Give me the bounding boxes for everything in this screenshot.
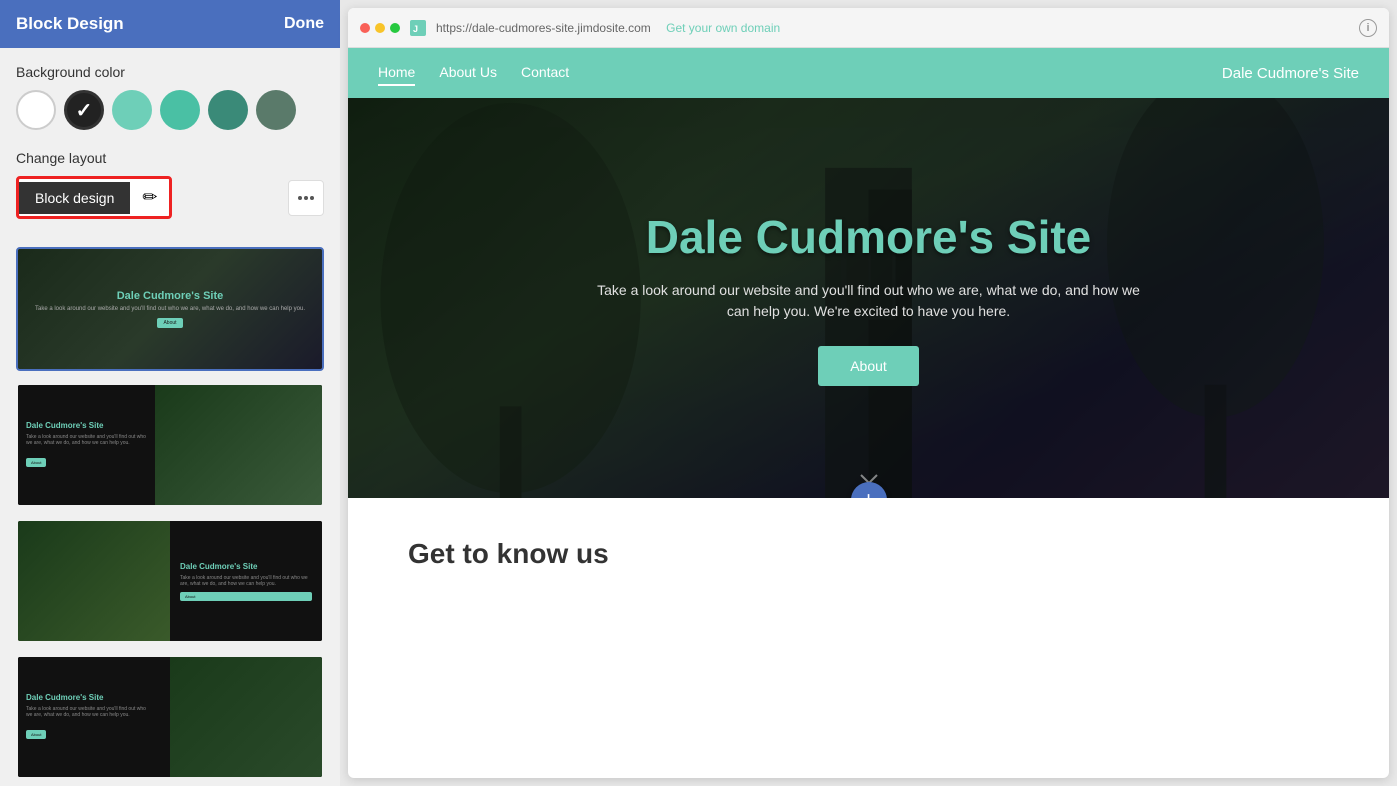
color-swatch-white[interactable] — [16, 90, 56, 130]
layout-option-4[interactable]: Dale Cudmore's Site Take a look around o… — [16, 655, 324, 779]
layout1-preview-subtitle: Take a look around our website and you'l… — [35, 306, 305, 312]
get-own-domain-link[interactable]: Get your own domain — [666, 21, 780, 35]
layout3-preview-btn: About — [180, 592, 312, 601]
browser-dot-yellow — [375, 23, 385, 33]
bg-color-label: Background color — [16, 64, 324, 80]
browser-window: J https://dale-cudmores-site.jimdosite.c… — [348, 8, 1389, 778]
right-panel: J https://dale-cudmores-site.jimdosite.c… — [340, 0, 1397, 786]
svg-text:J: J — [413, 24, 418, 34]
browser-favicon: J — [410, 20, 426, 36]
more-options-button[interactable] — [288, 180, 324, 216]
color-swatches: ✓ — [16, 90, 324, 130]
browser-bar: J https://dale-cudmores-site.jimdosite.c… — [348, 8, 1389, 48]
nav-links: Home About Us Contact — [378, 60, 569, 86]
color-swatch-teal-medium[interactable] — [160, 90, 200, 130]
layout-thumb-3: Dale Cudmore's Site Take a look around o… — [18, 521, 322, 641]
layout3-preview-subtitle: Take a look around our website and you'l… — [180, 575, 312, 587]
layout4-preview-btn: About — [26, 730, 46, 739]
below-hero-section: Get to know us — [348, 498, 1389, 610]
block-design-button[interactable]: Block design — [19, 182, 130, 214]
layout3-preview-title: Dale Cudmore's Site — [180, 562, 312, 571]
panel-title: Block Design — [16, 14, 124, 34]
layout1-preview-btn: About — [157, 318, 182, 328]
site-content: Home About Us Contact Dale Cudmore's Sit… — [348, 48, 1389, 778]
panel-body: Background color ✓ Change layout Block d… — [0, 48, 340, 786]
layout4-preview-subtitle: Take a look around our website and you'l… — [26, 706, 154, 718]
layout1-preview-title: Dale Cudmore's Site — [117, 290, 224, 302]
color-swatch-teal-dark[interactable] — [208, 90, 248, 130]
nav-home[interactable]: Home — [378, 60, 415, 86]
hero-about-button[interactable]: About — [818, 346, 919, 386]
url-prefix: https:// — [436, 21, 472, 35]
dot1 — [298, 196, 302, 200]
nav-about-us[interactable]: About Us — [439, 60, 497, 86]
color-swatch-dark[interactable]: ✓ — [64, 90, 104, 130]
browser-dot-green — [390, 23, 400, 33]
left-panel: Block Design Done Background color ✓ Cha… — [0, 0, 340, 786]
layout-thumb-1: Dale Cudmore's Site Take a look around o… — [18, 249, 322, 369]
browser-dots — [360, 23, 400, 33]
block-design-toolbar: Block design ✏ — [16, 176, 172, 219]
browser-dot-red — [360, 23, 370, 33]
layout2-preview-title: Dale Cudmore's Site — [26, 421, 148, 430]
layout-thumb-4: Dale Cudmore's Site Take a look around o… — [18, 657, 322, 777]
layout4-preview-title: Dale Cudmore's Site — [26, 693, 154, 702]
hero-content: Dale Cudmore's Site Take a look around o… — [348, 98, 1389, 498]
dot3 — [310, 196, 314, 200]
dot2 — [304, 196, 308, 200]
get-to-know-title: Get to know us — [408, 538, 1329, 570]
nav-site-title: Dale Cudmore's Site — [1222, 65, 1359, 82]
layout2-preview-subtitle: Take a look around our website and you'l… — [26, 434, 148, 446]
color-swatch-gray[interactable] — [256, 90, 296, 130]
jimdo-logo-icon: J — [411, 21, 425, 35]
nav-contact[interactable]: Contact — [521, 60, 569, 86]
panel-header: Block Design Done — [0, 0, 340, 48]
selected-checkmark: ✓ — [76, 98, 93, 123]
url-domain: dale-cudmores-site.jimdosite.com — [472, 21, 651, 35]
hero-section: Dale Cudmore's Site Take a look around o… — [348, 98, 1389, 498]
layout-option-1[interactable]: Dale Cudmore's Site Take a look around o… — [16, 247, 324, 371]
layout-thumb-2: Dale Cudmore's Site Take a look around o… — [18, 385, 322, 505]
layout2-preview-btn: About — [26, 458, 46, 467]
done-button[interactable]: Done — [284, 15, 324, 33]
change-layout-label: Change layout — [16, 150, 324, 166]
design-icon-button[interactable]: ✏ — [130, 179, 169, 216]
layout-option-3[interactable]: Dale Cudmore's Site Take a look around o… — [16, 519, 324, 643]
site-nav: Home About Us Contact Dale Cudmore's Sit… — [348, 48, 1389, 98]
info-icon: i — [1359, 19, 1377, 37]
hero-subtitle: Take a look around our website and you'l… — [589, 280, 1149, 322]
color-swatch-teal-light[interactable] — [112, 90, 152, 130]
layout-option-2[interactable]: Dale Cudmore's Site Take a look around o… — [16, 383, 324, 507]
browser-url: https://dale-cudmores-site.jimdosite.com… — [436, 21, 1349, 35]
pen-tool-icon: ✏ — [142, 187, 157, 208]
hero-title: Dale Cudmore's Site — [646, 210, 1092, 264]
